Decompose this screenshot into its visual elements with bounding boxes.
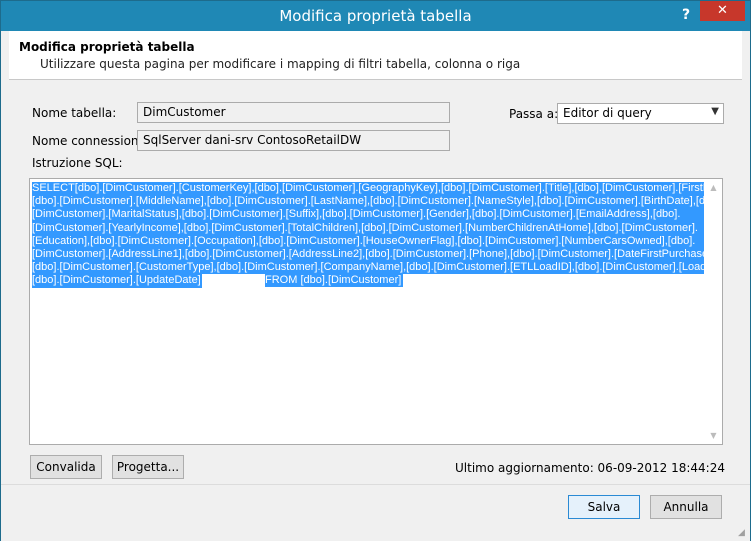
sql-line: [dbo].[DimCustomer].[MiddleName],[dbo].[… [32,195,704,209]
window-title: Modifica proprietà tabella [279,7,472,25]
switch-to-select[interactable]: Editor di query ▼ [557,103,724,124]
switch-to-value: Editor di query [563,106,652,120]
sql-line: [Education],[dbo].[DimCustomer].[Occupat… [32,234,704,249]
scroll-up-icon[interactable]: ▲ [705,179,722,196]
close-icon[interactable]: ✕ [700,1,745,21]
table-name-label: Nome tabella: [32,106,117,120]
dialog-window: Modifica proprietà tabella ? ✕ Modifica … [0,0,751,541]
switch-to-label: Passa a: [509,107,559,121]
page-header: Modifica proprietà tabella Utilizzare qu… [9,31,742,80]
table-name-field[interactable]: DimCustomer [137,102,450,123]
save-button[interactable]: Salva [568,495,640,519]
title-bar[interactable]: Modifica proprietà tabella ? ✕ [1,1,750,31]
sql-from-clause: FROM [dbo].[DimCustomer] [265,274,404,288]
sql-statement-textarea[interactable]: SELECT[dbo].[DimCustomer].[CustomerKey],… [29,178,723,445]
scroll-down-icon[interactable]: ▼ [705,427,722,444]
page-subtitle: Utilizzare questa pagina per modificare … [40,57,521,71]
chevron-down-icon: ▼ [711,106,719,117]
cancel-button[interactable]: Annulla [650,495,722,519]
sql-line: [DimCustomer].[YearlyIncome],[dbo].[DimC… [32,221,704,235]
sql-line: [DimCustomer].[MaritalStatus],[dbo].[Dim… [32,208,704,222]
help-icon[interactable]: ? [676,5,696,25]
design-button[interactable]: Progetta... [112,455,184,479]
connection-name-label: Nome connessione: [32,134,150,148]
validate-button[interactable]: Convalida [30,455,102,479]
sql-line: [dbo].[DimCustomer].[CustomerType],[dbo]… [32,261,704,275]
sql-line: [dbo].[DimCustomer].[UpdateDate] [32,274,202,288]
resize-grip-icon[interactable]: ◢ [738,528,748,538]
sql-statement-label: Istruzione SQL: [32,156,123,170]
page-title: Modifica proprietà tabella [19,40,195,54]
vertical-scrollbar[interactable]: ▲ ▼ [705,179,722,444]
sql-text: SELECT[dbo].[DimCustomer].[CustomerKey],… [32,182,704,288]
sql-line: SELECT[dbo].[DimCustomer].[CustomerKey],… [32,182,704,196]
sql-line: [DimCustomer].[AddressLine1],[dbo].[DimC… [32,248,704,262]
last-update-status: Ultimo aggiornamento: 06-09-2012 18:44:2… [455,461,725,475]
connection-name-field[interactable]: SqlServer dani-srv ContosoRetailDW [137,130,450,151]
